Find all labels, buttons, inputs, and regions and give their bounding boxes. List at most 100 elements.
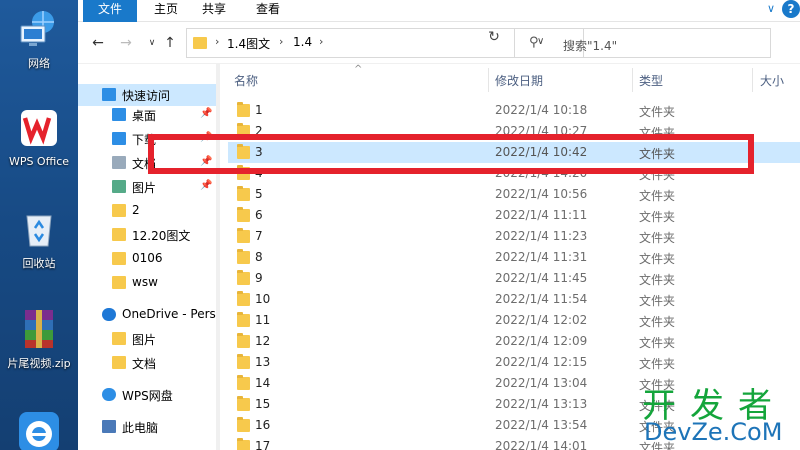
folder-icon [112,276,126,289]
file-type: 文件夹 [639,126,676,140]
file-name: 15 [255,397,271,411]
file-modified-date: 2022/1/4 11:31 [495,250,588,264]
desktop-icon-label: 网络 [28,57,50,70]
sidebar-item[interactable]: 图片 [78,328,216,350]
sidebar-item-label: OneDrive - Pers [122,307,216,321]
file-modified-date: 2022/1/4 12:02 [495,313,588,327]
sidebar-item[interactable]: 文档 📌 [78,152,216,174]
folder-icon [237,438,250,450]
sidebar-item[interactable]: OneDrive - Pers [78,304,216,326]
folder-icon [237,375,250,390]
help-icon[interactable]: ? [782,0,800,18]
sidebar-item[interactable]: 快速访问 [78,84,216,106]
folder-icon [237,333,250,348]
file-modified-date: 2022/1/4 13:04 [495,376,588,390]
tab-file[interactable]: 文件 [83,0,137,22]
folder-icon [237,249,250,264]
file-name: 14 [255,376,271,390]
sidebar-item[interactable]: 此电脑 [78,416,216,438]
column-divider[interactable] [488,68,489,92]
sidebar-item-label: WPS网盘 [122,389,173,403]
column-divider[interactable] [752,68,753,92]
ribbon: 文件 主页 共享 查看 ∨ ? [78,0,800,22]
sidebar-item[interactable]: 文档 [78,352,216,374]
table-row[interactable]: 12 2022/1/4 12:09 文件夹 [228,331,800,352]
sidebar-item-label: 文档 [132,157,157,171]
navigation-bar: ← → ∨ ↑ › 1.4图文 › 1.4 › ∨ ↻ ⚲ 搜索"1.4" 剪 [78,22,800,80]
zip-archive-icon [17,308,61,352]
network-icon [17,8,61,52]
column-header-name[interactable]: 名称 [234,72,258,89]
file-type: 文件夹 [639,357,676,371]
tab-home[interactable]: 主页 [144,0,188,22]
desktop-icon-wps-office[interactable]: WPS Office [0,108,78,168]
breadcrumb-separator-icon[interactable]: › [279,35,283,48]
table-row[interactable]: 8 2022/1/4 11:31 文件夹 [228,247,800,268]
breadcrumb-item[interactable]: 1.4 [293,35,312,49]
table-row[interactable]: 11 2022/1/4 12:02 文件夹 [228,310,800,331]
ribbon-expand-button[interactable]: ∨ [762,2,780,18]
file-type: 文件夹 [639,252,676,266]
refresh-icon[interactable]: ↻ [484,29,504,49]
file-name: 17 [255,439,271,450]
back-arrow-icon[interactable]: ← [90,34,106,52]
sidebar-item-label: 0106 [132,251,163,265]
table-row[interactable]: 1 2022/1/4 10:18 文件夹 [228,100,800,121]
desktop-icon-zip[interactable]: 片尾视频.zip [0,308,78,371]
column-header-type[interactable]: 类型 [639,72,663,89]
sidebar-item[interactable]: 桌面 📌 [78,104,216,126]
table-row[interactable]: 4 2022/1/4 14:20 文件夹 [228,163,800,184]
table-row[interactable]: 10 2022/1/4 11:54 文件夹 [228,289,800,310]
sidebar-item-label: 桌面 [132,109,157,123]
table-row[interactable]: 13 2022/1/4 12:15 文件夹 [228,352,800,373]
table-row[interactable]: 9 2022/1/4 11:45 文件夹 [228,268,800,289]
pin-icon[interactable]: 📌 [200,156,212,167]
sidebar-item[interactable]: 2 [78,200,216,222]
tab-view[interactable]: 查看 [248,0,288,22]
desktop-icon-edge[interactable] [0,410,78,450]
up-arrow-icon[interactable]: ↑ [162,34,178,52]
table-row[interactable]: 3 2022/1/4 10:42 文件夹 [228,142,800,163]
column-header-size[interactable]: 大小 [760,72,784,89]
breadcrumb-separator-icon[interactable]: › [319,35,323,48]
table-row[interactable]: 7 2022/1/4 11:23 文件夹 [228,226,800,247]
search-box[interactable]: ⚲ 搜索"1.4" [514,28,771,58]
computer-icon [102,420,116,433]
wps-cloud-icon [102,388,116,401]
file-type: 文件夹 [639,189,676,203]
sidebar-item[interactable]: 0106 [78,248,216,270]
folder-icon [112,204,126,217]
forward-arrow-icon[interactable]: → [118,34,134,52]
folder-icon [112,252,126,265]
sidebar-item[interactable]: WPS网盘 [78,384,216,406]
pin-icon[interactable]: 📌 [200,108,212,119]
sidebar-item[interactable]: 图片 📌 [78,176,216,198]
table-row[interactable]: 5 2022/1/4 10:56 文件夹 [228,184,800,205]
column-header-date[interactable]: 修改日期 [495,72,543,89]
pin-icon[interactable]: 📌 [200,180,212,191]
sidebar-item[interactable]: 下载 📌 [78,128,216,150]
column-divider[interactable] [632,68,633,92]
breadcrumb-separator-icon[interactable]: › [215,35,219,48]
desktop: 网络 WPS Office 回收站 片尾视频.zip [0,0,78,450]
tab-share[interactable]: 共享 [194,0,234,22]
column-header-row: ^ 名称 修改日期 类型 大小 [228,64,800,92]
sidebar-item-label: 2 [132,203,140,217]
recent-locations-chevron-icon[interactable]: ∨ [144,34,160,52]
folder-icon [112,332,126,345]
file-name: 3 [255,145,263,159]
desktop-icon [112,108,126,121]
navigation-pane-scrollbar[interactable] [216,64,220,450]
desktop-icon-network[interactable]: 网络 [0,8,78,71]
breadcrumb-item[interactable]: 1.4图文 [227,35,270,52]
pin-icon[interactable]: 📌 [200,132,212,143]
sidebar-item-label: 图片 [132,333,157,347]
folder-icon [237,207,250,222]
sidebar-item[interactable]: wsw [78,272,216,294]
table-row[interactable]: 6 2022/1/4 11:11 文件夹 [228,205,800,226]
desktop-icon-label: 回收站 [22,257,56,270]
file-modified-date: 2022/1/4 12:15 [495,355,588,369]
table-row[interactable]: 2 2022/1/4 10:27 文件夹 [228,121,800,142]
desktop-icon-recycle-bin[interactable]: 回收站 [0,208,78,271]
sidebar-item[interactable]: 12.20图文 [78,224,216,246]
